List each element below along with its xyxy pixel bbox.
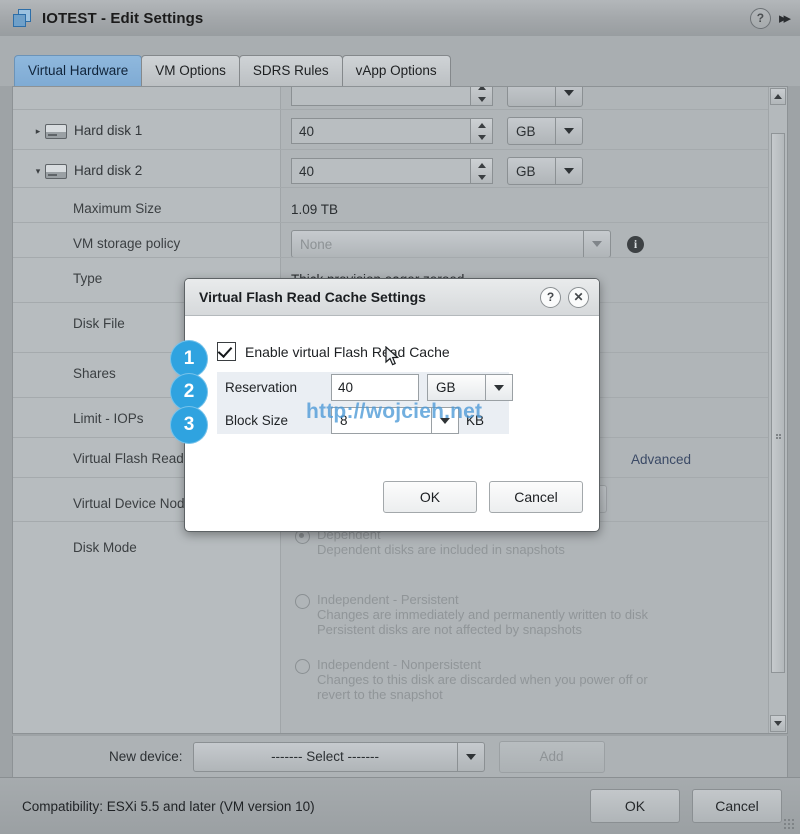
new-device-select[interactable]: ------- Select ------- xyxy=(193,742,485,772)
hard-disk-icon xyxy=(45,124,67,139)
radio-icon[interactable] xyxy=(295,594,310,609)
dialog-title: Virtual Flash Read Cache Settings xyxy=(199,289,426,305)
application-window: IOTEST - Edit Settings ? ▸▸ Virtual Hard… xyxy=(0,0,800,834)
watermark-text: http://wojcieh.net xyxy=(306,400,482,424)
row-disk-mode: Disk Mode xyxy=(13,528,137,568)
help-icon[interactable]: ? xyxy=(540,287,561,308)
row-label: Hard disk 1 xyxy=(74,111,142,151)
hard-disk-2-size-input[interactable]: 40 xyxy=(291,158,471,184)
chevron-down-icon[interactable] xyxy=(583,231,610,257)
hard-disk-2-unit-select[interactable]: GB xyxy=(507,157,583,185)
row-disk-file: Disk File xyxy=(13,304,125,344)
dialog-title-bar: Virtual Flash Read Cache Settings ? ✕ xyxy=(185,279,599,316)
option-label: Independent - Persistent xyxy=(295,592,648,607)
enable-vfrc-label: Enable virtual Flash Read Cache xyxy=(245,344,450,360)
chevron-down-icon[interactable]: ▾ xyxy=(31,151,45,191)
dialog-action-buttons: OK Cancel xyxy=(590,789,782,823)
dialog-title-buttons: ? ✕ xyxy=(540,287,589,308)
chevron-down-icon[interactable] xyxy=(457,743,484,771)
row-limit-iops: Limit - IOPs xyxy=(13,399,144,439)
hard-disk-1-spinner[interactable] xyxy=(471,118,493,144)
scroll-down-button[interactable] xyxy=(770,715,786,732)
resize-grip[interactable] xyxy=(784,819,796,831)
close-icon[interactable]: ✕ xyxy=(568,287,589,308)
maximum-size-value: 1.09 TB xyxy=(291,189,338,229)
chevron-down-icon[interactable] xyxy=(555,158,582,184)
hard-disk-icon xyxy=(45,164,67,179)
option-desc: Persistent disks are not affected by sna… xyxy=(295,622,648,637)
row-maximum-size: Maximum Size xyxy=(13,189,162,229)
advanced-link-label: Advanced xyxy=(631,452,691,467)
dialog-cancel-button[interactable]: Cancel xyxy=(489,481,583,513)
maximum-size-text: 1.09 TB xyxy=(291,202,338,217)
reservation-row: Reservation 40 GB xyxy=(225,372,513,403)
option-label: Independent - Nonpersistent xyxy=(295,657,648,672)
unit-label: GB xyxy=(508,164,555,179)
scrollbar-thumb[interactable] xyxy=(771,133,785,673)
vm-storage-policy-select[interactable]: None xyxy=(291,230,611,258)
new-device-selected-text: ------- Select ------- xyxy=(194,749,457,764)
dialog-buttons: OK Cancel xyxy=(383,481,583,513)
unit-label: GB xyxy=(508,124,555,139)
chevron-right-icon[interactable]: ▸ xyxy=(31,111,45,151)
window-title: IOTEST - Edit Settings xyxy=(42,10,203,27)
hard-disk-1-unit-select[interactable]: GB xyxy=(507,117,583,145)
disk-mode-option-independent-persistent[interactable]: Independent - Persistent Changes are imm… xyxy=(295,592,648,637)
step-badge-3: 3 xyxy=(170,406,208,444)
row-label: Hard disk 2 xyxy=(74,151,142,191)
dialog-ok-button[interactable]: OK xyxy=(383,481,477,513)
compatibility-text: Compatibility: ESXi 5.5 and later (VM ve… xyxy=(22,799,315,814)
reservation-unit-label: GB xyxy=(428,380,485,395)
reservation-unit-select[interactable]: GB xyxy=(427,374,513,401)
hard-disk-1-size-input[interactable]: 40 xyxy=(291,118,471,144)
vm-storage-policy-value[interactable]: None i xyxy=(291,224,644,264)
ok-button[interactable]: OK xyxy=(590,789,680,823)
row-vm-storage-policy: VM storage policy xyxy=(13,224,180,264)
help-icon[interactable]: ? xyxy=(750,8,771,29)
add-device-button[interactable]: Add xyxy=(499,741,605,773)
option-desc: revert to the snapshot xyxy=(295,687,648,702)
info-icon[interactable]: i xyxy=(627,236,644,253)
hard-disk-2-spinner[interactable] xyxy=(471,158,493,184)
scroll-up-button[interactable] xyxy=(770,88,786,105)
row-virtual-device-node: Virtual Device Node xyxy=(13,484,192,524)
tab-virtual-hardware[interactable]: Virtual Hardware xyxy=(14,55,142,86)
tab-bar: Virtual Hardware VM Options SDRS Rules v… xyxy=(0,36,800,86)
option-desc: Changes are immediately and permanently … xyxy=(295,607,648,622)
row-hard-disk-1[interactable]: ▸ Hard disk 1 xyxy=(13,111,142,151)
virtual-flash-advanced-link[interactable]: Advanced xyxy=(631,439,691,479)
tab-vapp-options[interactable]: vApp Options xyxy=(342,55,451,86)
vm-storage-policy-text: None xyxy=(292,237,583,252)
chevron-down-icon[interactable] xyxy=(555,118,582,144)
vertical-scrollbar[interactable] xyxy=(768,87,787,733)
new-device-label: New device: xyxy=(109,749,183,764)
disk-mode-option-independent-nonpersistent[interactable]: Independent - Nonpersistent Changes to t… xyxy=(295,657,648,702)
tab-sdrs-rules[interactable]: SDRS Rules xyxy=(239,55,343,86)
new-device-bar: New device: ------- Select ------- Add xyxy=(12,736,788,778)
cancel-button[interactable]: Cancel xyxy=(692,789,782,823)
hard-disk-1-value[interactable]: 40 GB xyxy=(291,111,583,151)
row-type: Type xyxy=(13,259,102,299)
vm-icon xyxy=(12,8,32,28)
radio-icon[interactable] xyxy=(295,659,310,674)
scrollbar-grip xyxy=(776,434,782,440)
title-bar: IOTEST - Edit Settings ? ▸▸ xyxy=(0,0,800,37)
tab-vm-options[interactable]: VM Options xyxy=(141,55,240,86)
hard-disk-2-value[interactable]: 40 GB xyxy=(291,151,583,191)
chevron-down-icon[interactable] xyxy=(485,375,512,400)
reservation-input[interactable]: 40 xyxy=(331,374,419,401)
row-shares: Shares xyxy=(13,354,116,394)
status-bar: Compatibility: ESXi 5.5 and later (VM ve… xyxy=(0,777,800,834)
collapse-panel-icon[interactable]: ▸▸ xyxy=(779,9,792,27)
enable-vfrc-checkbox[interactable] xyxy=(217,342,236,361)
title-bar-controls: ? ▸▸ xyxy=(750,8,792,29)
row-hard-disk-2[interactable]: ▾ Hard disk 2 xyxy=(13,151,142,191)
reservation-label: Reservation xyxy=(225,380,331,395)
enable-vfrc-row[interactable]: Enable virtual Flash Read Cache xyxy=(217,342,450,361)
option-desc: Dependent disks are included in snapshot… xyxy=(295,542,565,557)
option-desc: Changes to this disk are discarded when … xyxy=(295,672,648,687)
